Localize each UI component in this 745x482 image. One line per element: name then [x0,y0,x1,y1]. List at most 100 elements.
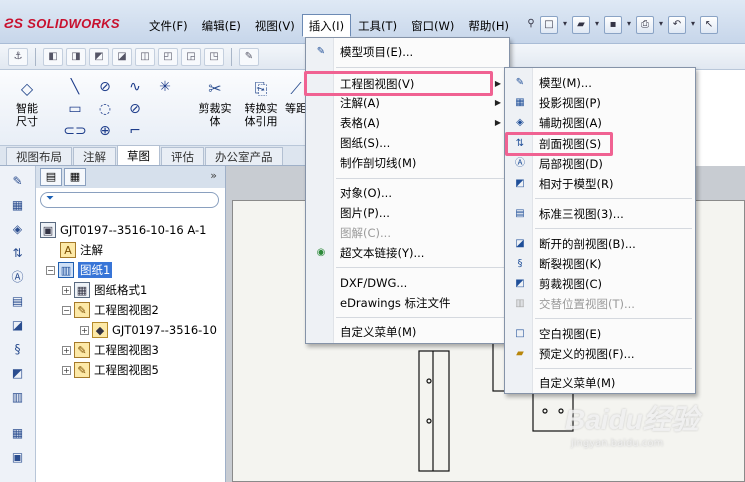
tree-view2-child[interactable]: + ◆ GJT0197--3516-10 [80,320,217,340]
menu-dxf-dwg[interactable]: DXF/DWG... [306,273,509,293]
pin-icon[interactable]: ⚲ [525,16,537,34]
fillet-icon[interactable]: ⌐ [120,120,150,142]
submenu-projected-view[interactable]: ▦ 投影视图(P) [505,93,695,113]
chevron-down-icon[interactable]: ▾ [689,16,697,34]
view-back-icon[interactable]: ◨ [66,47,86,66]
expand-panel-icon[interactable]: » [210,169,217,182]
undo-icon[interactable]: ↶ [668,16,686,34]
tree-view3[interactable]: + ✎ 工程图视图3 [62,340,159,360]
view-normal-icon[interactable]: ◳ [204,47,224,66]
line-icon[interactable]: ╲ [60,76,90,98]
expand-icon[interactable]: + [80,325,89,335]
collapse-icon[interactable]: − [62,305,71,315]
expand-icon[interactable]: + [62,365,71,375]
alternate-position-icon[interactable]: ▥ [9,388,27,406]
menu-customize[interactable]: 自定义菜单(M) [306,322,509,342]
new-document-icon[interactable]: □ [540,16,558,34]
submenu-detail-view[interactable]: Ⓐ 局部视图(D) [505,154,695,174]
point-icon[interactable]: ✳ [150,76,180,98]
tree-view5[interactable]: + ✎ 工程图视图5 [62,360,159,380]
menu-view[interactable]: 视图(V) [248,14,302,36]
menu-cutting-line[interactable]: 制作剖切线(M) [306,153,509,173]
tree-annotations[interactable]: A 注解 [60,240,103,260]
break-icon[interactable]: § [9,340,27,358]
chevron-down-icon[interactable]: ▾ [657,16,665,34]
view-top-icon[interactable]: ◫ [135,47,155,66]
submenu-auxiliary-view[interactable]: ◈ 辅助视图(A) [505,113,695,133]
slot-icon[interactable]: ⊂⊃ [60,120,90,142]
polygon-icon[interactable]: ⊕ [90,120,120,142]
tree-root[interactable]: ▣ GJT0197--3516-10-16 A-1 [40,220,206,240]
menu-insert[interactable]: 插入(I) [301,13,352,37]
tab-office-products[interactable]: 办公室产品 [205,147,283,165]
expand-icon[interactable]: + [62,345,71,355]
section-view-icon[interactable]: ⇅ [9,244,27,262]
menu-sheet[interactable]: 图纸(S)... [306,133,509,153]
menu-edit[interactable]: 编辑(E) [195,14,248,36]
expand-icon[interactable]: + [62,285,71,295]
view-left-icon[interactable]: ◩ [89,47,109,66]
submenu-empty-view[interactable]: □ 空白视图(E) [505,324,695,344]
submenu-relative-to-model[interactable]: ◩ 相对于模型(R) [505,174,695,194]
menu-annotations[interactable]: 注解(A) ▶ [306,93,509,113]
menu-file[interactable]: 文件(F) [142,14,195,36]
layer-icon[interactable]: ▣ [9,448,27,466]
submenu-standard-3-view[interactable]: ▤ 标准三视图(3)... [505,204,695,224]
submenu-model[interactable]: ✎ 模型(M)... [505,73,695,93]
print-icon[interactable]: ⎙ [636,16,654,34]
save-icon[interactable]: ▪ [604,16,622,34]
property-tab-icon[interactable]: ▦ [64,168,86,186]
tab-annotation[interactable]: 注解 [73,147,116,165]
menu-help[interactable]: 帮助(H) [461,14,516,36]
menu-tools[interactable]: 工具(T) [351,14,404,36]
table-icon[interactable]: ▦ [9,424,27,442]
convert-entities-button[interactable]: ⎘ 转换实体引用 [240,78,282,128]
view-iso-icon[interactable]: ◲ [181,47,201,66]
measure-icon[interactable]: ✎ [239,47,259,66]
tree-sheet1[interactable]: − ▥ 图纸1 [46,260,113,280]
menu-model-items[interactable]: ✎ 模型项目(E)... [306,42,509,62]
tab-sketch[interactable]: 草图 [117,145,160,165]
rectangle-icon[interactable]: ▭ [60,98,90,120]
tree-view2[interactable]: − ✎ 工程图视图2 [62,300,159,320]
tab-evaluate[interactable]: 评估 [161,147,204,165]
circle-icon[interactable]: ⊘ [90,76,120,98]
menu-tables[interactable]: 表格(A) ▶ [306,113,509,133]
view-front-icon[interactable]: ◧ [43,47,63,66]
smart-dimension-button[interactable]: ◇ 智能尺寸 [6,78,48,128]
view-right-icon[interactable]: ◪ [112,47,132,66]
broken-out-section-icon[interactable]: ◪ [9,316,27,334]
ellipse-icon[interactable]: ⊘ [120,98,150,120]
chevron-down-icon[interactable]: ▾ [593,16,601,34]
standard-3-view-icon[interactable]: ▤ [9,292,27,310]
feature-tree-tab-icon[interactable]: ▤ [40,168,62,186]
menu-object[interactable]: 对象(O)... [306,183,509,203]
submenu-broken-out-section[interactable]: ◪ 断开的剖视图(B)... [505,234,695,254]
submenu-break[interactable]: § 断裂视图(K) [505,254,695,274]
menu-picture[interactable]: 图片(P)... [306,203,509,223]
spline-icon[interactable]: ∿ [120,76,150,98]
chevron-down-icon[interactable]: ▾ [561,16,569,34]
detail-view-icon[interactable]: Ⓐ [9,268,27,286]
tab-view-layout[interactable]: 视图布局 [6,147,72,165]
crop-view-icon[interactable]: ◩ [9,364,27,382]
collapse-icon[interactable]: − [46,265,55,275]
view-bottom-icon[interactable]: ◰ [158,47,178,66]
trim-entities-button[interactable]: ✂ 剪裁实体 [194,78,236,128]
chevron-down-icon[interactable]: ▾ [625,16,633,34]
tree-sheet-format[interactable]: + ▦ 图纸格式1 [62,280,147,300]
projected-view-icon[interactable]: ▦ [9,196,27,214]
model-view-icon[interactable]: ✎ [9,172,27,190]
submenu-predefined-view[interactable]: ▰ 预定义的视图(F)... [505,344,695,364]
arc-icon[interactable]: ◌ [90,98,120,120]
menu-window[interactable]: 窗口(W) [404,14,461,36]
select-icon[interactable]: ↖ [700,16,718,34]
open-folder-icon[interactable]: ▰ [572,16,590,34]
auxiliary-view-icon[interactable]: ◈ [9,220,27,238]
menu-edrawings[interactable]: eDrawings 标注文件 [306,293,509,313]
anchor-icon[interactable]: ⚓ [8,47,28,66]
submenu-crop-view[interactable]: ◩ 剪裁视图(C) [505,274,695,294]
menu-hyperlink[interactable]: ◉ 超文本链接(Y)... [306,243,509,263]
submenu-customize[interactable]: 自定义菜单(M) [505,373,695,393]
tree-filter-input[interactable]: ⏷ [40,192,219,208]
